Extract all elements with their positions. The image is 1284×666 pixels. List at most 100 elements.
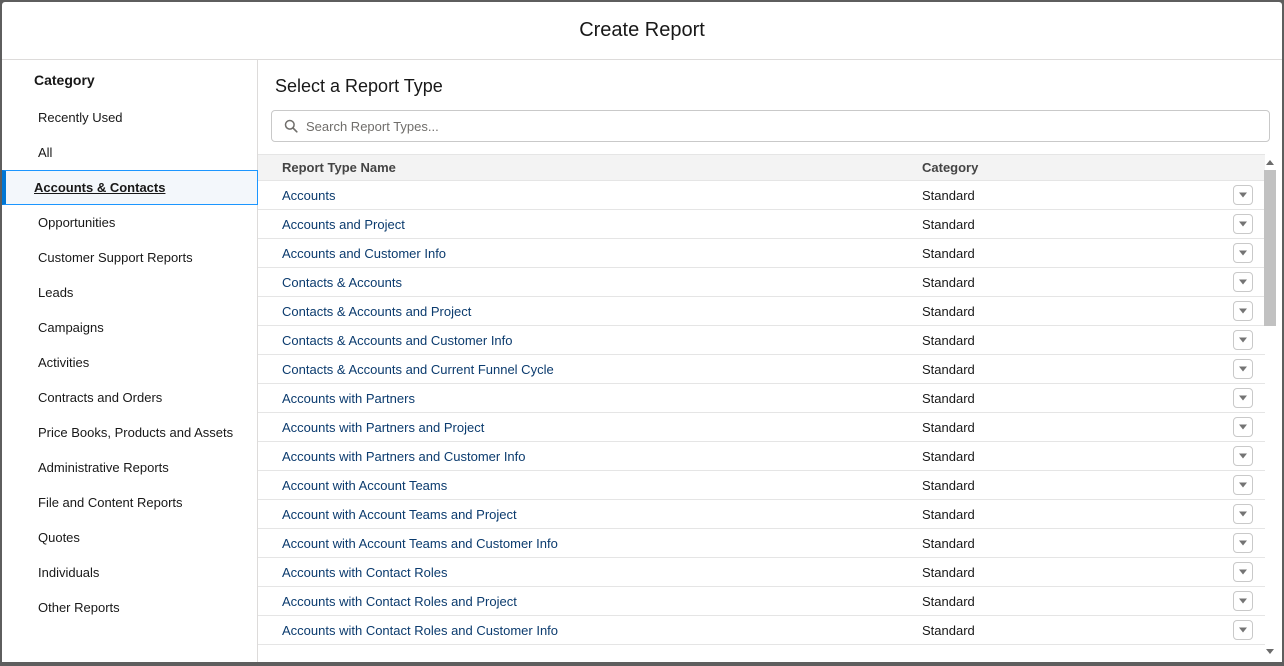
sidebar-item-label: Individuals [38, 565, 100, 580]
sidebar-item-label: File and Content Reports [38, 495, 183, 510]
chevron-down-icon [1239, 279, 1247, 285]
table-header: Report Type Name Category [258, 154, 1265, 181]
table-scrollbar[interactable] [1264, 154, 1277, 654]
sidebar-item-activities[interactable]: Activities [2, 345, 257, 380]
report-type-name[interactable]: Contacts & Accounts and Customer Info [258, 333, 898, 348]
sidebar-item-campaigns[interactable]: Campaigns [2, 310, 257, 345]
report-type-category: Standard [922, 361, 975, 377]
report-type-name[interactable]: Contacts & Accounts and Project [258, 304, 898, 319]
report-type-name[interactable]: Contacts & Accounts [258, 275, 898, 290]
row-actions-button[interactable] [1233, 214, 1253, 234]
table-row[interactable]: Account with Account Teams and Customer … [258, 529, 1265, 558]
row-actions-button[interactable] [1233, 388, 1253, 408]
sidebar-item-label: Recently Used [38, 110, 123, 125]
row-actions-button[interactable] [1233, 504, 1253, 524]
sidebar-item-quotes[interactable]: Quotes [2, 520, 257, 555]
report-type-category: Standard [922, 622, 975, 638]
row-actions-button[interactable] [1233, 330, 1253, 350]
report-type-name[interactable]: Accounts with Partners and Project [258, 420, 898, 435]
row-actions-button[interactable] [1233, 301, 1253, 321]
table-row[interactable]: Accounts with Partners Standard [258, 384, 1265, 413]
chevron-down-icon [1239, 337, 1247, 343]
sidebar-item-label: Contracts and Orders [38, 390, 163, 405]
search-input[interactable] [306, 118, 1269, 134]
search-icon [276, 111, 306, 141]
report-type-category: Standard [922, 303, 975, 319]
table-row[interactable]: Accounts with Contact Roles and Project S… [258, 587, 1265, 616]
sidebar-item-label: All [38, 145, 53, 160]
row-actions-button[interactable] [1233, 562, 1253, 582]
table-row[interactable]: Accounts with Contact Roles Standard [258, 558, 1265, 587]
sidebar-item-leads[interactable]: Leads [2, 275, 257, 310]
sidebar-item-label: Other Reports [38, 600, 120, 615]
row-actions-button[interactable] [1233, 417, 1253, 437]
chevron-down-icon [1239, 540, 1247, 546]
report-type-name[interactable]: Accounts with Contact Roles and Project [258, 594, 898, 609]
report-type-name[interactable]: Accounts with Partners [258, 391, 898, 406]
sidebar-item-recently-used[interactable]: Recently Used [2, 100, 257, 135]
report-type-category: Standard [922, 274, 975, 290]
report-type-category: Standard [922, 448, 975, 464]
table-row[interactable]: Accounts Standard [258, 181, 1265, 210]
row-actions-button[interactable] [1233, 446, 1253, 466]
sidebar-item-administrative-reports[interactable]: Administrative Reports [2, 450, 257, 485]
table-row[interactable]: Contacts & Accounts Standard [258, 268, 1265, 297]
column-header-name[interactable]: Report Type Name [258, 160, 898, 175]
table-row[interactable]: Account with Account Teams and Project St… [258, 500, 1265, 529]
report-type-name[interactable]: Account with Account Teams and Customer … [258, 536, 898, 551]
row-actions-button[interactable] [1233, 475, 1253, 495]
report-type-category: Standard [922, 477, 975, 493]
table-row[interactable]: Account with Account Teams Standard [258, 471, 1265, 500]
report-type-name[interactable]: Contacts & Accounts and Current Funnel C… [258, 362, 898, 377]
report-type-category: Standard [922, 419, 975, 435]
sidebar-item-contracts-and-orders[interactable]: Contracts and Orders [2, 380, 257, 415]
table-row[interactable]: Accounts with Partners and Project Standa… [258, 413, 1265, 442]
sidebar-item-all[interactable]: All [2, 135, 257, 170]
scroll-up-arrow[interactable] [1266, 160, 1274, 165]
report-type-category: Standard [922, 187, 975, 203]
table-row[interactable]: Accounts with Contact Roles and Customer… [258, 616, 1265, 645]
row-actions-button[interactable] [1233, 359, 1253, 379]
report-type-name[interactable]: Accounts [258, 188, 898, 203]
report-type-name[interactable]: Accounts with Contact Roles [258, 565, 898, 580]
report-type-category: Standard [922, 332, 975, 348]
report-type-category: Standard [922, 535, 975, 551]
sidebar-item-accounts-contacts[interactable]: Accounts & Contacts [2, 170, 258, 205]
table-row[interactable]: Contacts & Accounts and Current Funnel C… [258, 355, 1265, 384]
sidebar-item-individuals[interactable]: Individuals [2, 555, 257, 590]
row-actions-button[interactable] [1233, 272, 1253, 292]
sidebar-item-label: Administrative Reports [38, 460, 169, 475]
report-type-name[interactable]: Accounts with Contact Roles and Customer… [258, 623, 898, 638]
table-row[interactable]: Accounts with Partners and Customer Info… [258, 442, 1265, 471]
row-actions-button[interactable] [1233, 533, 1253, 553]
sidebar-item-customer-support-reports[interactable]: Customer Support Reports [2, 240, 257, 275]
search-box[interactable] [271, 110, 1270, 142]
sidebar-item-opportunities[interactable]: Opportunities [2, 205, 257, 240]
sidebar-item-other-reports[interactable]: Other Reports [2, 590, 257, 625]
report-type-category: Standard [922, 245, 975, 261]
chevron-down-icon [1239, 511, 1247, 517]
table-row[interactable]: Contacts & Accounts and Project Standard [258, 297, 1265, 326]
sidebar-item-file-and-content-reports[interactable]: File and Content Reports [2, 485, 257, 520]
sidebar-item-price-books-products-and-assets[interactable]: Price Books, Products and Assets [2, 415, 257, 450]
row-actions-button[interactable] [1233, 620, 1253, 640]
modal-body: Category Recently Used All Accounts & Cont… [2, 60, 1282, 662]
table-row[interactable]: Accounts and Project Standard [258, 210, 1265, 239]
report-type-name[interactable]: Account with Account Teams and Project [258, 507, 898, 522]
row-actions-button[interactable] [1233, 591, 1253, 611]
column-header-category[interactable]: Category [898, 160, 1198, 175]
scroll-down-arrow[interactable] [1266, 649, 1274, 654]
row-actions-button[interactable] [1233, 185, 1253, 205]
category-sidebar: Category Recently Used All Accounts & Cont… [2, 60, 258, 662]
report-type-name[interactable]: Accounts and Customer Info [258, 246, 898, 261]
table-row[interactable]: Contacts & Accounts and Customer Info Sta… [258, 326, 1265, 355]
report-type-name[interactable]: Account with Account Teams [258, 478, 898, 493]
chevron-down-icon [1239, 627, 1247, 633]
report-type-name[interactable]: Accounts with Partners and Customer Info [258, 449, 898, 464]
scroll-thumb[interactable] [1264, 170, 1276, 326]
row-actions-button[interactable] [1233, 243, 1253, 263]
report-type-table: Report Type Name Category Accounts Standa… [258, 154, 1282, 662]
report-type-name[interactable]: Accounts and Project [258, 217, 898, 232]
table-row[interactable]: Accounts and Customer Info Standard [258, 239, 1265, 268]
sidebar-item-label: Activities [38, 355, 90, 370]
